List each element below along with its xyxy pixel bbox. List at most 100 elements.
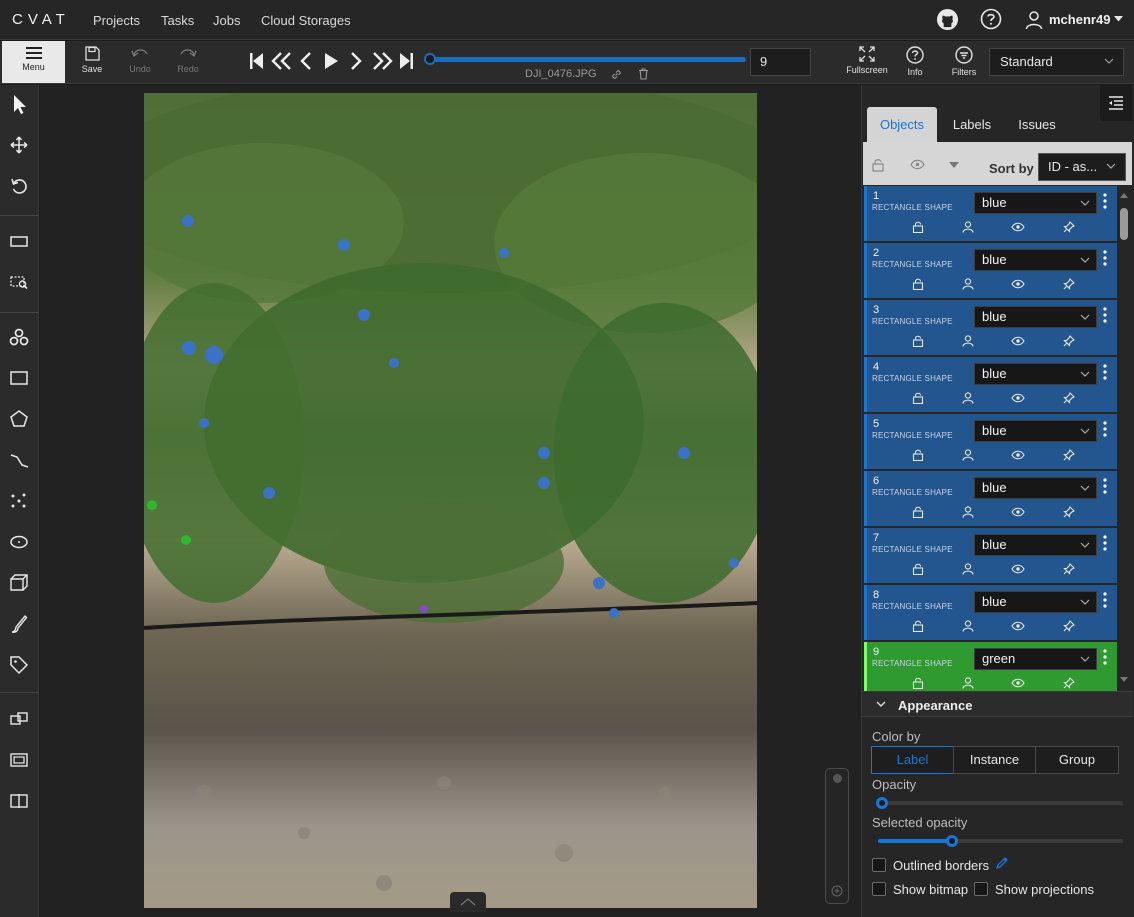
object-label-select[interactable]: blue — [974, 249, 1097, 271]
merge-shapes-icon[interactable] — [8, 708, 30, 730]
nav-projects[interactable]: Projects — [93, 13, 140, 28]
fit-image-icon[interactable] — [8, 230, 30, 252]
lock-icon[interactable] — [912, 221, 924, 233]
object-item[interactable]: 8 RECTANGLE SHAPE blue — [864, 585, 1117, 640]
object-label-select[interactable]: blue — [974, 363, 1097, 385]
user-icon[interactable] — [1025, 10, 1043, 30]
object-menu-icon[interactable] — [1103, 478, 1107, 494]
show-projections-checkbox[interactable] — [974, 882, 988, 896]
opacity-slider-handle[interactable] — [876, 797, 888, 809]
group-shapes-icon[interactable] — [8, 749, 30, 771]
object-label-select[interactable]: blue — [974, 306, 1097, 328]
object-item[interactable]: 9 RECTANGLE SHAPE green — [864, 642, 1117, 697]
lock-all-icon[interactable] — [871, 158, 885, 172]
lock-icon[interactable] — [912, 278, 924, 290]
user-icon[interactable] — [962, 449, 974, 461]
object-label-select[interactable]: blue — [974, 477, 1097, 499]
pin-icon[interactable] — [1063, 506, 1075, 518]
draw-cuboid-icon[interactable] — [8, 572, 30, 594]
eye-icon[interactable] — [1011, 564, 1025, 574]
object-label-select[interactable]: blue — [974, 591, 1097, 613]
object-menu-icon[interactable] — [1103, 307, 1107, 323]
object-item[interactable]: 7 RECTANGLE SHAPE blue — [864, 528, 1117, 583]
eye-icon[interactable] — [1011, 450, 1025, 460]
eye-icon[interactable] — [910, 159, 925, 170]
redo-button[interactable]: Redo — [164, 41, 212, 83]
object-item[interactable]: 6 RECTANGLE SHAPE blue — [864, 471, 1117, 526]
pin-icon[interactable] — [1063, 221, 1075, 233]
frame-slider[interactable] — [428, 57, 746, 62]
opacity-slider[interactable] — [878, 801, 1123, 805]
eye-icon[interactable] — [1011, 279, 1025, 289]
tab-labels[interactable]: Labels — [941, 107, 1003, 142]
play-icon[interactable] — [322, 51, 340, 71]
object-label-select[interactable]: green — [974, 648, 1097, 670]
split-track-icon[interactable] — [8, 790, 30, 812]
object-item[interactable]: 2 RECTANGLE SHAPE blue — [864, 243, 1117, 298]
previous-frame-icon[interactable] — [299, 51, 313, 71]
object-menu-icon[interactable] — [1103, 649, 1107, 665]
user-icon[interactable] — [962, 620, 974, 632]
user-icon[interactable] — [962, 278, 974, 290]
caret-down-icon[interactable] — [949, 162, 959, 169]
undo-button[interactable]: Undo — [116, 41, 164, 83]
pin-icon[interactable] — [1063, 449, 1075, 461]
frame-image[interactable] — [144, 93, 757, 908]
zoom-region-icon[interactable] — [8, 271, 30, 293]
save-button[interactable]: Save — [68, 41, 116, 83]
frame-number-input[interactable]: 9 — [750, 48, 811, 76]
delete-frame-icon[interactable] — [638, 68, 649, 80]
lock-icon[interactable] — [912, 620, 924, 632]
info-button[interactable]: Info — [891, 41, 939, 83]
object-menu-icon[interactable] — [1103, 592, 1107, 608]
lock-icon[interactable] — [912, 392, 924, 404]
workspace-select[interactable]: Standard — [989, 48, 1124, 76]
pin-icon[interactable] — [1063, 677, 1075, 689]
user-icon[interactable] — [962, 563, 974, 575]
eye-icon[interactable] — [1011, 621, 1025, 631]
outlined-borders-checkbox[interactable] — [872, 858, 886, 872]
collapse-sidebar-button[interactable] — [1100, 85, 1132, 121]
user-icon[interactable] — [962, 335, 974, 347]
move-tool-icon[interactable] — [8, 134, 30, 156]
filters-button[interactable]: Filters — [940, 41, 988, 83]
draw-mask-icon[interactable] — [8, 613, 30, 635]
color-by-label-option[interactable]: Label — [871, 746, 954, 774]
zoom-slider-handle[interactable] — [833, 774, 842, 783]
eye-icon[interactable] — [1011, 393, 1025, 403]
cvat-logo[interactable]: CVAT — [12, 11, 70, 28]
object-menu-icon[interactable] — [1103, 250, 1107, 266]
tab-issues[interactable]: Issues — [1007, 107, 1067, 142]
show-bitmap-checkbox[interactable] — [872, 882, 886, 896]
sort-by-select[interactable]: ID - as... — [1038, 153, 1126, 181]
lock-icon[interactable] — [912, 449, 924, 461]
object-menu-icon[interactable] — [1103, 535, 1107, 551]
show-timeline-button[interactable] — [450, 892, 486, 912]
github-icon[interactable] — [936, 8, 959, 31]
lock-icon[interactable] — [912, 506, 924, 518]
color-by-group-option[interactable]: Group — [1035, 746, 1119, 774]
nav-tasks[interactable]: Tasks — [161, 13, 194, 28]
draw-ellipse-icon[interactable] — [8, 531, 30, 553]
objects-list-scrollbar[interactable] — [1118, 191, 1130, 686]
nav-cloud-storages[interactable]: Cloud Storages — [261, 13, 351, 28]
first-frame-icon[interactable] — [249, 51, 264, 71]
next-frame-icon[interactable] — [349, 51, 363, 71]
pin-icon[interactable] — [1063, 563, 1075, 575]
object-label-select[interactable]: blue — [974, 534, 1097, 556]
eye-icon[interactable] — [1011, 336, 1025, 346]
fast-backward-icon[interactable] — [271, 51, 293, 71]
object-menu-icon[interactable] — [1103, 421, 1107, 437]
chevron-down-icon[interactable] — [1114, 16, 1123, 22]
pin-icon[interactable] — [1063, 335, 1075, 347]
username[interactable]: mchenr49 — [1049, 12, 1110, 27]
user-icon[interactable] — [962, 221, 974, 233]
draw-rectangle-icon[interactable] — [8, 367, 30, 389]
object-item[interactable]: 3 RECTANGLE SHAPE blue — [864, 300, 1117, 355]
eye-icon[interactable] — [1011, 678, 1025, 688]
pin-icon[interactable] — [1063, 620, 1075, 632]
copy-link-icon[interactable] — [611, 69, 622, 80]
draw-polygon-icon[interactable] — [8, 408, 30, 430]
pin-icon[interactable] — [1063, 392, 1075, 404]
ai-tools-icon[interactable] — [8, 326, 30, 348]
